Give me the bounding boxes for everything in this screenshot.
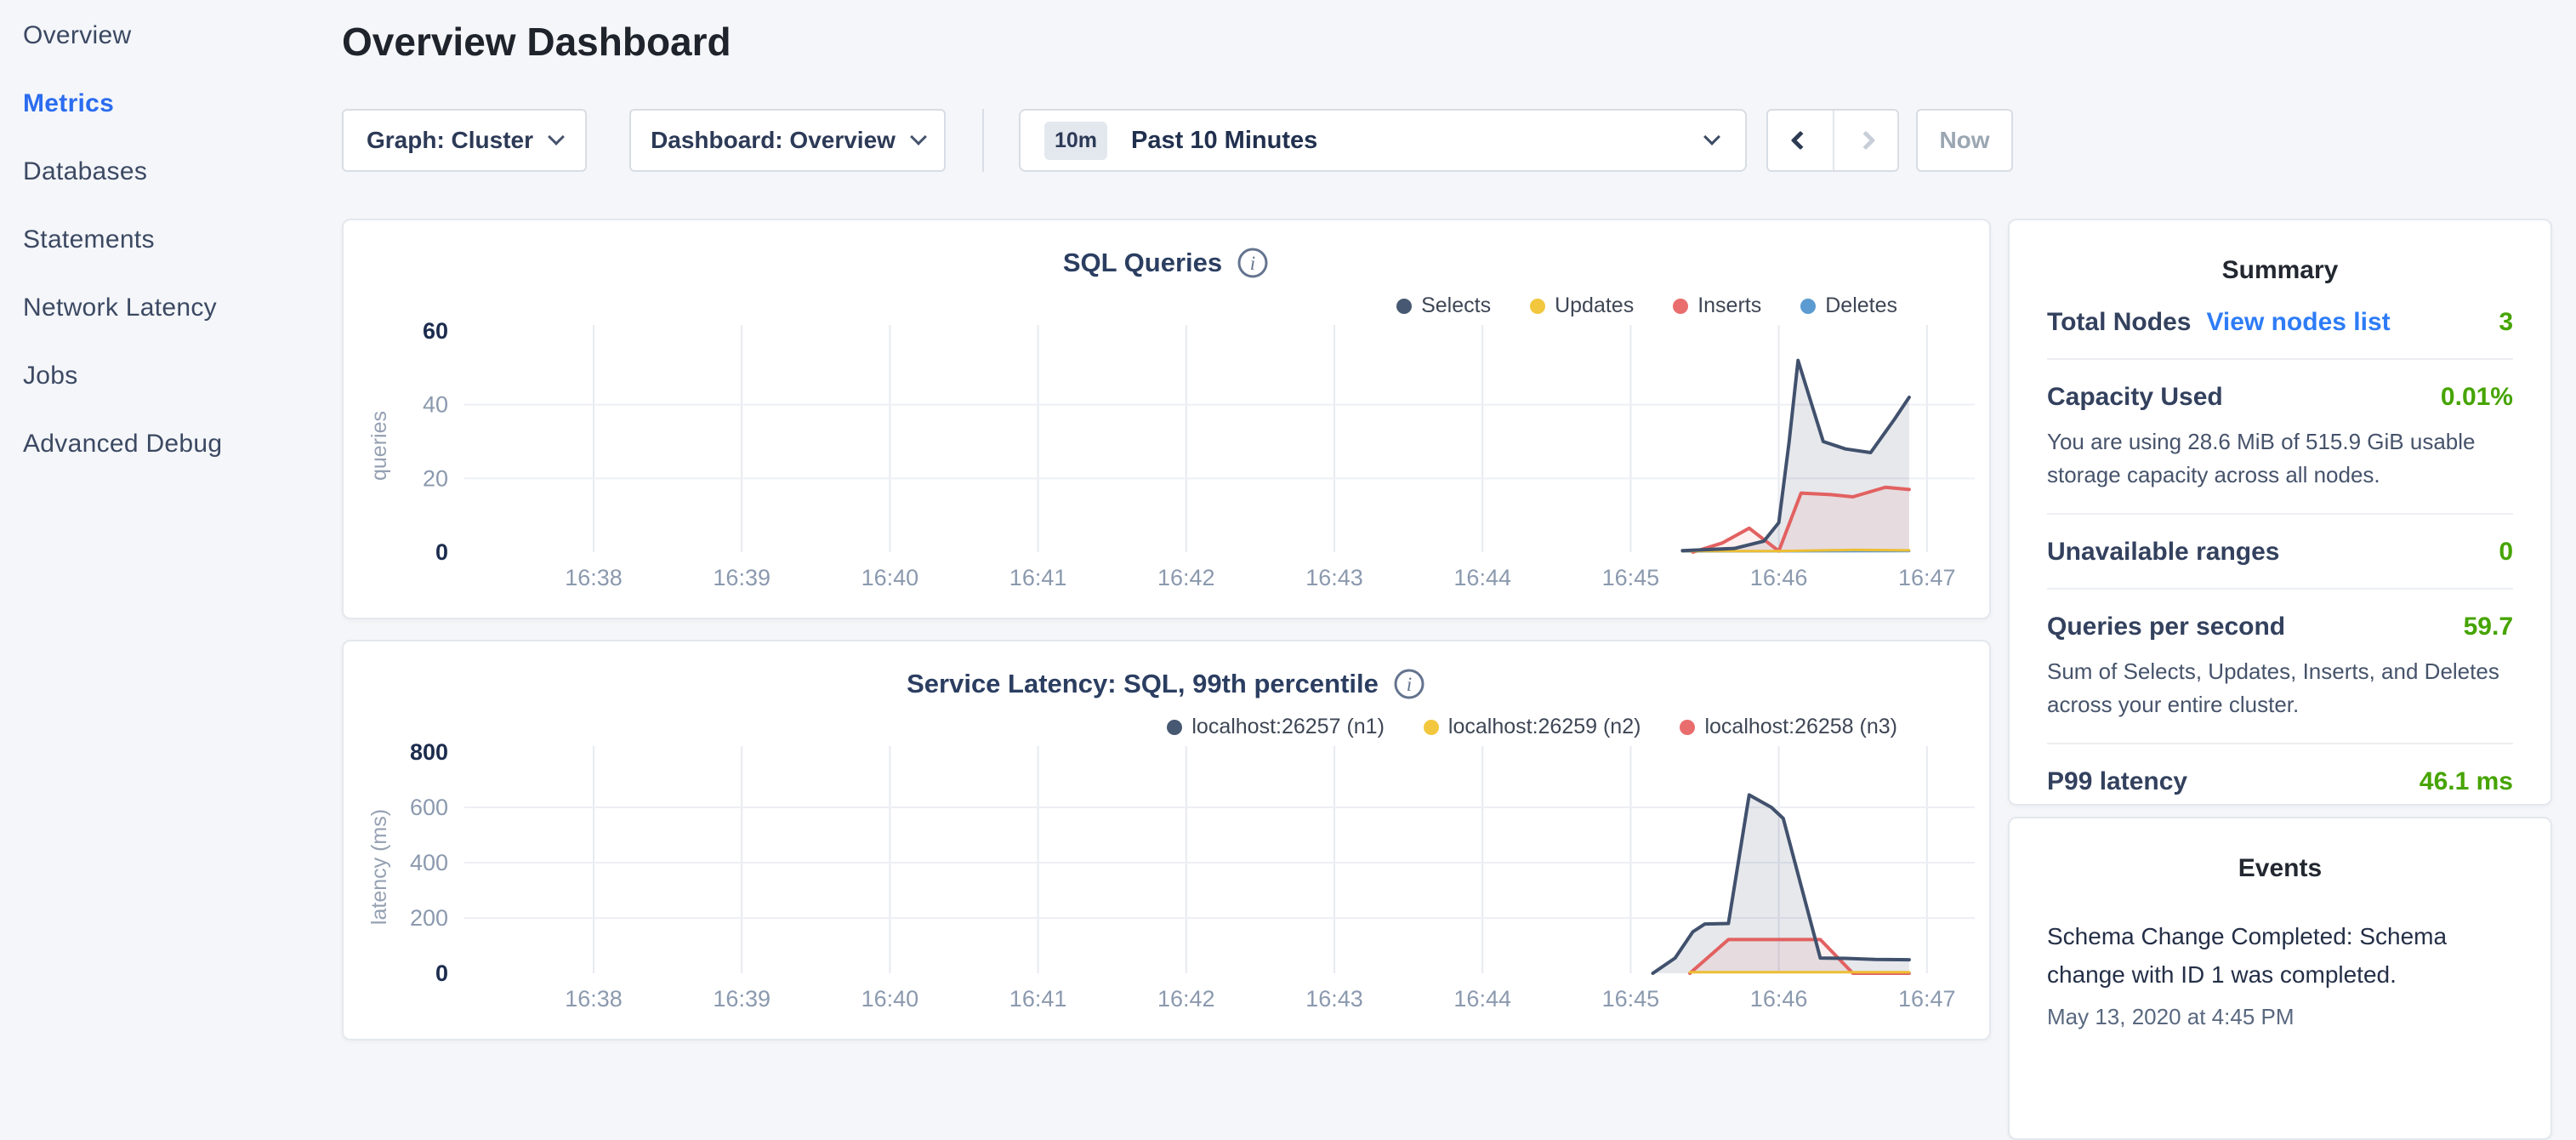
queries-per-second-value: 59.7 [2464, 613, 2513, 641]
svg-text:16:40: 16:40 [862, 986, 919, 1012]
summary-row-capacity-used: Capacity Used 0.01% You are using 28.6 M… [2047, 360, 2513, 513]
sidebar-item-databases[interactable]: Databases [0, 138, 340, 206]
svg-text:20: 20 [423, 465, 448, 491]
chart-title: Service Latency: SQL, 99th percentile [907, 669, 1379, 699]
total-nodes-label: Total Nodes [2047, 308, 2191, 337]
graph-dropdown[interactable]: Graph: Cluster [342, 109, 587, 172]
time-range-label: Past 10 Minutes [1131, 127, 1317, 155]
svg-text:16:45: 16:45 [1602, 986, 1660, 1012]
info-icon[interactable]: i [1236, 246, 1270, 280]
svg-text:16:47: 16:47 [1898, 986, 1956, 1012]
sidebar-item-network-latency[interactable]: Network Latency [0, 274, 340, 342]
dashboard-dropdown[interactable]: Dashboard: Overview [629, 109, 946, 172]
chevron-down-icon [1703, 128, 1720, 145]
summary-row-total-nodes: Total Nodes View nodes list 3 [2047, 285, 2513, 358]
time-range-badge: 10m [1044, 122, 1107, 160]
info-icon[interactable]: i [1392, 667, 1426, 701]
sidebar-item-statements[interactable]: Statements [0, 206, 340, 274]
event-message[interactable]: Schema Change Completed: Schema change w… [2047, 917, 2513, 994]
svg-text:16:42: 16:42 [1157, 565, 1215, 590]
svg-text:i: i [1250, 253, 1255, 274]
summary-row-unavailable-ranges: Unavailable ranges 0 [2047, 515, 2513, 588]
sidebar: OverviewMetricsDatabasesStatementsNetwor… [0, 0, 340, 478]
unavailable-ranges-label: Unavailable ranges [2047, 538, 2279, 567]
svg-text:800: 800 [410, 739, 448, 765]
next-timeframe-button[interactable] [1833, 111, 1897, 170]
svg-text:16:40: 16:40 [862, 565, 919, 590]
svg-text:600: 600 [410, 795, 448, 820]
now-button[interactable]: Now [1916, 109, 2013, 172]
unavailable-ranges-value: 0 [2499, 538, 2513, 567]
svg-text:0: 0 [435, 539, 448, 565]
capacity-used-value: 0.01% [2441, 383, 2513, 412]
svg-text:16:46: 16:46 [1750, 986, 1808, 1012]
summary-heading: Summary [2047, 220, 2513, 285]
graph-dropdown-label: Graph: Cluster [367, 127, 533, 154]
previous-timeframe-button[interactable] [1768, 111, 1833, 170]
sql-queries-plot[interactable]: 16:38 16:39 16:40 16:41 16:42 16:43 16:44 16:45… [369, 310, 1981, 624]
svg-text:16:39: 16:39 [713, 986, 771, 1012]
svg-text:60: 60 [423, 318, 448, 344]
p99-latency-label: P99 latency [2047, 767, 2187, 796]
queries-per-second-description: Sum of Selects, Updates, Inserts, and De… [2047, 655, 2513, 721]
svg-text:16:41: 16:41 [1009, 986, 1067, 1012]
svg-text:200: 200 [410, 905, 448, 931]
total-nodes-value: 3 [2499, 308, 2513, 337]
svg-text:16:47: 16:47 [1898, 565, 1956, 590]
chevron-down-icon [910, 128, 927, 145]
svg-text:400: 400 [410, 850, 448, 875]
chevron-down-icon [548, 128, 565, 145]
svg-text:40: 40 [423, 392, 448, 418]
event-timestamp: May 13, 2020 at 4:45 PM [2047, 1004, 2513, 1030]
queries-per-second-label: Queries per second [2047, 613, 2285, 641]
svg-text:16:38: 16:38 [565, 986, 623, 1012]
p99-latency-value: 46.1 ms [2420, 767, 2513, 796]
sidebar-item-metrics[interactable]: Metrics [0, 70, 340, 138]
svg-text:16:44: 16:44 [1453, 986, 1511, 1012]
events-heading: Events [2047, 818, 2513, 883]
sidebar-item-advanced-debug[interactable]: Advanced Debug [0, 410, 340, 478]
page-title: Overview Dashboard [342, 19, 731, 65]
dashboard-dropdown-label: Dashboard: Overview [651, 127, 896, 154]
sidebar-item-jobs[interactable]: Jobs [0, 342, 340, 410]
svg-text:16:41: 16:41 [1009, 565, 1067, 590]
chevron-right-icon [1857, 131, 1876, 151]
svg-text:16:42: 16:42 [1157, 986, 1215, 1012]
chart-title: SQL Queries [1063, 248, 1222, 278]
svg-text:16:46: 16:46 [1750, 565, 1808, 590]
svg-text:i: i [1407, 674, 1412, 695]
svg-text:latency (ms): latency (ms) [369, 809, 391, 925]
summary-row-p99-latency: P99 latency 46.1 ms [2047, 744, 2513, 818]
svg-text:queries: queries [369, 411, 391, 481]
view-nodes-list-link[interactable]: View nodes list [2206, 308, 2390, 337]
summary-row-queries-per-second: Queries per second 59.7 Sum of Selects, … [2047, 590, 2513, 743]
svg-text:16:43: 16:43 [1305, 565, 1363, 590]
sql-queries-chart-card: SQL Queries i SelectsUpdatesInsertsDelet… [342, 219, 1991, 619]
chevron-left-icon [1791, 131, 1811, 151]
svg-text:0: 0 [435, 960, 448, 986]
controls-divider [982, 109, 984, 172]
time-range-picker[interactable]: 10m Past 10 Minutes [1019, 109, 1747, 172]
svg-text:16:38: 16:38 [565, 565, 623, 590]
capacity-used-description: You are using 28.6 MiB of 515.9 GiB usab… [2047, 425, 2513, 492]
time-step-buttons [1766, 109, 1899, 172]
summary-card: Summary Total Nodes View nodes list 3 Ca… [2008, 219, 2552, 806]
service-latency-plot[interactable]: 16:38 16:39 16:40 16:41 16:42 16:43 16:44 16:45… [369, 731, 1981, 1046]
sidebar-item-overview[interactable]: Overview [0, 2, 340, 70]
svg-text:16:44: 16:44 [1453, 565, 1511, 590]
events-card: Events Schema Change Completed: Schema c… [2008, 817, 2552, 1140]
service-latency-chart-card: Service Latency: SQL, 99th percentile i … [342, 640, 1991, 1040]
capacity-used-label: Capacity Used [2047, 383, 2223, 412]
app-root: OverviewMetricsDatabasesStatementsNetwor… [0, 0, 2576, 1052]
svg-text:16:39: 16:39 [713, 565, 771, 590]
svg-text:16:45: 16:45 [1602, 565, 1660, 590]
svg-text:16:43: 16:43 [1305, 986, 1363, 1012]
